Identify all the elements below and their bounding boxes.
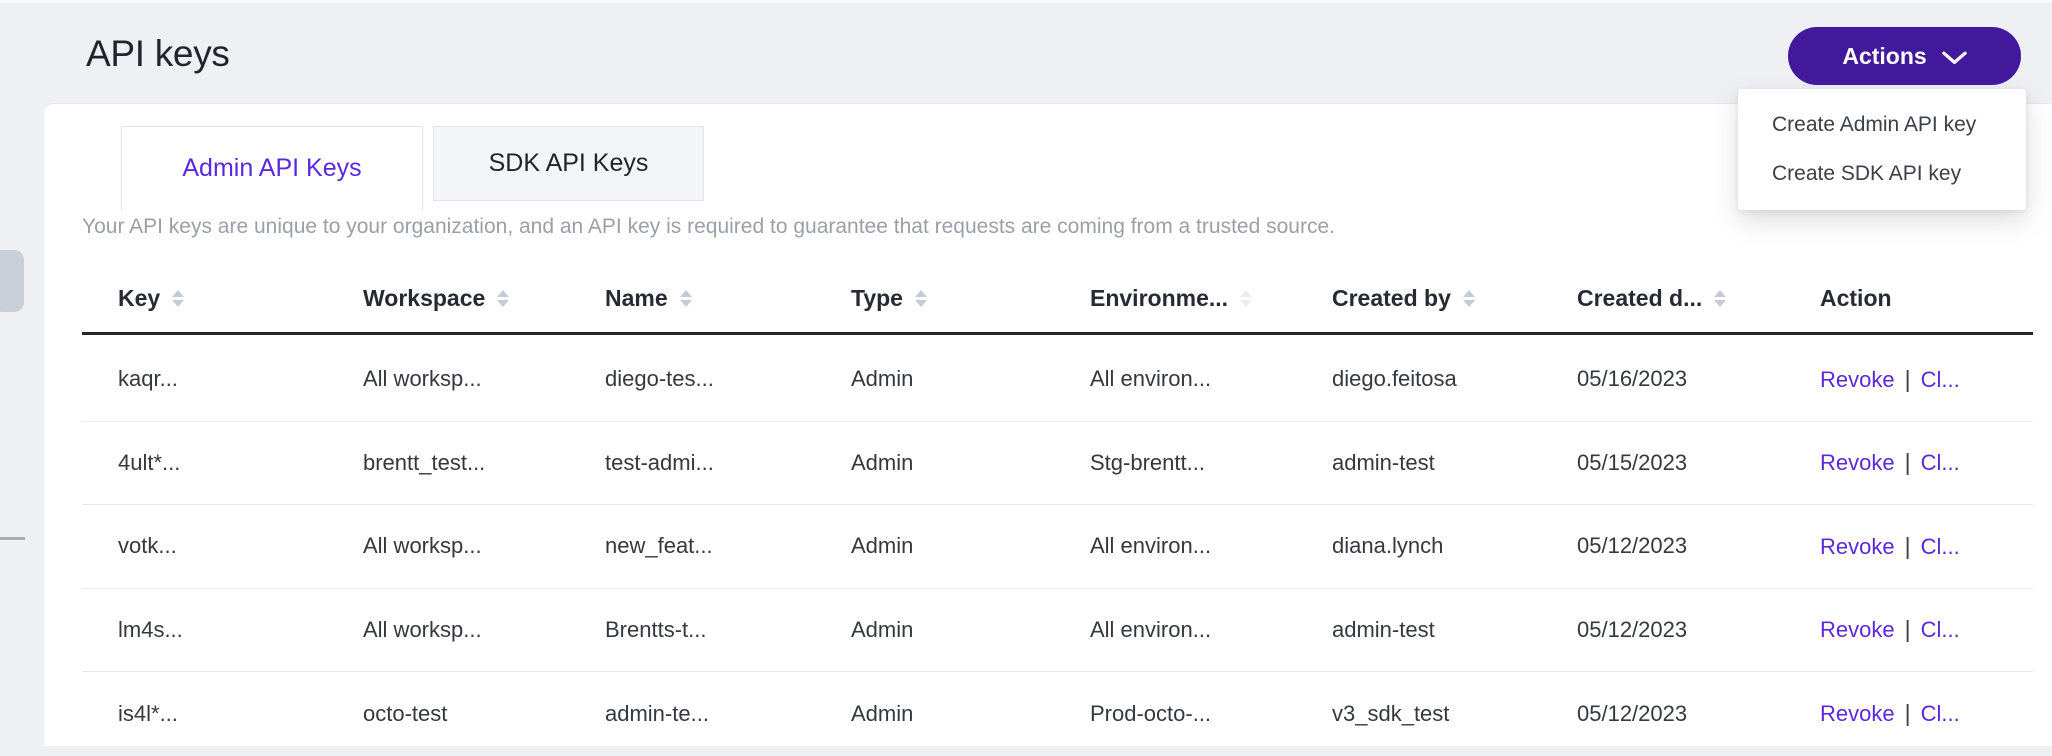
cell-created-date: 05/12/2023 [1577,617,1820,643]
action-separator: | [1905,449,1911,475]
tab-sdk-api-keys[interactable]: SDK API Keys [433,126,704,201]
actions-dropdown: Create Admin API key Create SDK API key [1738,89,2026,210]
action-separator: | [1905,616,1911,642]
cell-type: Admin [851,450,1090,476]
cell-key: 4ult*... [118,450,363,476]
cell-workspace: All worksp... [363,617,605,643]
cell-created-date: 05/16/2023 [1577,366,1820,392]
cell-created-date: 05/15/2023 [1577,450,1820,476]
cell-created-by: admin-test [1332,617,1577,643]
cell-name: test-admi... [605,450,851,476]
cell-type: Admin [851,366,1090,392]
cell-environment: Stg-brentt... [1090,450,1332,476]
cell-name: Brentts-t... [605,617,851,643]
table-header-row: Key Workspace Name Type Environme... Cre… [82,264,2033,335]
cell-type: Admin [851,701,1090,727]
table-row: lm4s... All worksp... Brentts-t... Admin… [82,589,2033,673]
action-separator: | [1905,533,1911,559]
cell-created-by: v3_sdk_test [1332,701,1577,727]
revoke-link[interactable]: Revoke [1820,701,1895,726]
drawer-handle[interactable] [0,250,24,312]
table-row: kaqr... All worksp... diego-tes... Admin… [82,338,2033,422]
clone-link[interactable]: Cl... [1921,617,1960,642]
clone-link[interactable]: Cl... [1921,367,1960,392]
action-separator: | [1905,366,1911,392]
sort-icon [1714,290,1726,307]
column-header-label: Workspace [363,285,485,312]
cell-name: new_feat... [605,533,851,559]
table-body: kaqr... All worksp... diego-tes... Admin… [82,338,2033,756]
column-header-label: Created by [1332,285,1451,312]
column-header-name[interactable]: Name [605,285,851,312]
actions-button-label: Actions [1842,43,1926,70]
dropdown-item-create-admin-api-key[interactable]: Create Admin API key [1738,100,2026,149]
cell-workspace: All worksp... [363,366,605,392]
cell-environment: All environ... [1090,617,1332,643]
cell-action: Revoke | Cl... [1820,533,2033,560]
revoke-link[interactable]: Revoke [1820,617,1895,642]
column-header-label: Action [1820,285,1892,312]
column-header-action: Action [1820,285,2033,312]
cell-environment: Prod-octo-... [1090,701,1332,727]
column-header-label: Type [851,285,903,312]
column-header-label: Key [118,285,160,312]
cell-created-by: diego.feitosa [1332,366,1577,392]
cell-key: votk... [118,533,363,559]
column-header-type[interactable]: Type [851,285,1090,312]
sort-icon [172,290,184,307]
actions-button[interactable]: Actions [1788,27,2021,85]
cell-key: lm4s... [118,617,363,643]
column-header-created-date[interactable]: Created d... [1577,285,1820,312]
cell-action: Revoke | Cl... [1820,449,2033,476]
cell-type: Admin [851,533,1090,559]
sort-icon [497,290,509,307]
tab-admin-api-keys[interactable]: Admin API Keys [121,126,423,210]
window-top-hairline [0,0,2052,3]
cell-created-by: admin-test [1332,450,1577,476]
cell-name: admin-te... [605,701,851,727]
left-resize-divider[interactable] [0,537,25,540]
clone-link[interactable]: Cl... [1921,450,1960,475]
cell-action: Revoke | Cl... [1820,616,2033,643]
clone-link[interactable]: Cl... [1921,701,1960,726]
column-header-workspace[interactable]: Workspace [363,285,605,312]
cell-created-date: 05/12/2023 [1577,533,1820,559]
cell-workspace: octo-test [363,701,605,727]
cell-workspace: brentt_test... [363,450,605,476]
cell-type: Admin [851,617,1090,643]
column-header-label: Created d... [1577,285,1702,312]
dropdown-item-create-sdk-api-key[interactable]: Create SDK API key [1738,149,2026,198]
cell-key: is4l*... [118,701,363,727]
chevron-down-icon [1942,48,1967,65]
cell-action: Revoke | Cl... [1820,700,2033,727]
cell-name: diego-tes... [605,366,851,392]
revoke-link[interactable]: Revoke [1820,534,1895,559]
cell-environment: All environ... [1090,533,1332,559]
cell-key: kaqr... [118,366,363,392]
table-row: is4l*... octo-test admin-te... Admin Pro… [82,672,2033,756]
clone-link[interactable]: Cl... [1921,534,1960,559]
column-header-key[interactable]: Key [118,285,363,312]
revoke-link[interactable]: Revoke [1820,367,1895,392]
revoke-link[interactable]: Revoke [1820,450,1895,475]
column-header-label: Name [605,285,668,312]
cell-action: Revoke | Cl... [1820,366,2033,393]
sort-icon [915,290,927,307]
sort-icon [1463,290,1475,307]
page-title: API keys [86,33,230,75]
api-keys-description: Your API keys are unique to your organiz… [82,215,1335,239]
sort-icon [1240,290,1252,307]
cell-created-date: 05/12/2023 [1577,701,1820,727]
column-header-environment[interactable]: Environme... [1090,285,1332,312]
action-separator: | [1905,700,1911,726]
table-row: 4ult*... brentt_test... test-admi... Adm… [82,422,2033,506]
cell-workspace: All worksp... [363,533,605,559]
cell-environment: All environ... [1090,366,1332,392]
column-header-created-by[interactable]: Created by [1332,285,1577,312]
sort-icon [680,290,692,307]
table-row: votk... All worksp... new_feat... Admin … [82,505,2033,589]
column-header-label: Environme... [1090,285,1228,312]
cell-created-by: diana.lynch [1332,533,1577,559]
